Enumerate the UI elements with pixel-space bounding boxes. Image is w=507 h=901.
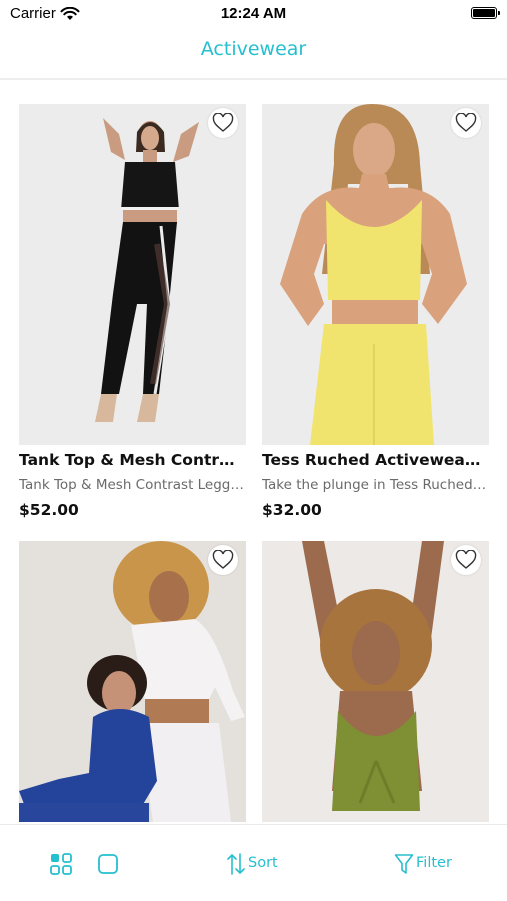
product-description: Take the plunge in Tess Ruched Activewea… bbox=[262, 477, 487, 493]
grid-view-icon[interactable] bbox=[50, 853, 72, 879]
heart-icon bbox=[455, 113, 477, 133]
product-card[interactable]: Tess Ruched Activewear Set Take the plun… bbox=[262, 104, 489, 519]
filter-icon[interactable] bbox=[394, 853, 414, 879]
status-bar: Carrier 12:24 AM bbox=[0, 0, 507, 28]
product-title[interactable]: Tess Ruched Activewear Set bbox=[262, 451, 487, 469]
favorite-button[interactable] bbox=[451, 108, 481, 138]
filter-button[interactable]: Filter bbox=[416, 855, 452, 871]
heart-icon bbox=[212, 550, 234, 570]
header-divider bbox=[0, 78, 507, 80]
product-image[interactable] bbox=[19, 104, 246, 445]
product-card[interactable] bbox=[262, 541, 489, 822]
bottom-toolbar: Sort Filter bbox=[0, 824, 507, 901]
page-title: Activewear bbox=[200, 38, 307, 60]
single-view-icon[interactable] bbox=[97, 853, 119, 879]
product-image[interactable] bbox=[19, 541, 246, 822]
favorite-button[interactable] bbox=[208, 545, 238, 575]
product-card[interactable] bbox=[19, 541, 246, 822]
heart-icon bbox=[212, 113, 234, 133]
favorite-button[interactable] bbox=[451, 545, 481, 575]
sort-button[interactable]: Sort bbox=[248, 855, 278, 871]
product-title[interactable]: Tank Top & Mesh Contrast Leggings Set bbox=[19, 451, 244, 469]
product-price: $32.00 bbox=[262, 501, 322, 519]
favorite-button[interactable] bbox=[208, 108, 238, 138]
product-image[interactable] bbox=[262, 541, 489, 822]
sort-icon[interactable] bbox=[227, 853, 245, 879]
product-description: Tank Top & Mesh Contrast Leggings Set bbox=[19, 477, 244, 493]
heart-icon bbox=[455, 550, 477, 570]
battery-icon bbox=[471, 7, 500, 19]
clock-time: 12:24 AM bbox=[220, 5, 287, 22]
product-price: $52.00 bbox=[19, 501, 79, 519]
product-image[interactable] bbox=[262, 104, 489, 445]
product-card[interactable]: Tank Top & Mesh Contrast Leggings Set Ta… bbox=[19, 104, 246, 519]
